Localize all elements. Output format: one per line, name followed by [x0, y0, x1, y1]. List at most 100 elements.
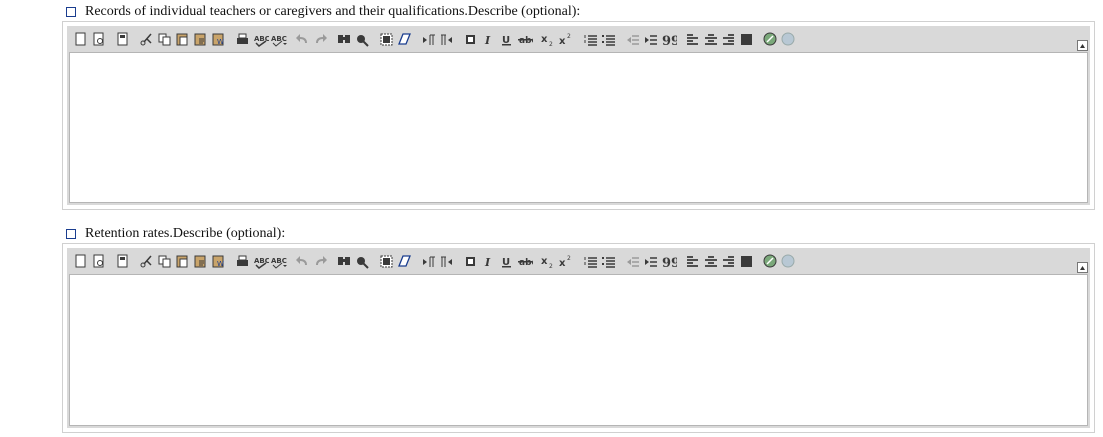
align-left-button[interactable]: [683, 252, 701, 270]
blockquote-button[interactable]: 99: [659, 252, 677, 270]
subscript-icon: x2: [541, 34, 553, 48]
subscript-icon: x2: [541, 256, 553, 270]
blockquote-button[interactable]: 99: [659, 30, 677, 48]
rtl-button[interactable]: [437, 252, 455, 270]
remove-format-button[interactable]: [395, 30, 413, 48]
align-center-button[interactable]: [701, 30, 719, 48]
subscript-button[interactable]: x2: [539, 252, 557, 270]
underline-button[interactable]: U: [497, 30, 515, 48]
bulleted-list-button[interactable]: [599, 252, 617, 270]
strikethrough-button[interactable]: abc: [515, 252, 533, 270]
spellcheck-dropdown-button[interactable]: ABC: [269, 30, 287, 48]
cut-icon: [140, 255, 152, 267]
italic-button[interactable]: I: [479, 30, 497, 48]
align-right-button[interactable]: [719, 30, 737, 48]
align-center-button[interactable]: [701, 252, 719, 270]
svg-text:abc: abc: [519, 36, 533, 46]
paste-text-button[interactable]: [191, 252, 209, 270]
toolbar-group: [419, 252, 455, 270]
spellcheck-button[interactable]: ABC: [251, 252, 269, 270]
new-page-button[interactable]: [71, 30, 89, 48]
select-all-button[interactable]: [377, 30, 395, 48]
toolbar-group: x2 x2: [539, 252, 575, 270]
spellcheck-dropdown-icon: ABC: [271, 257, 287, 269]
records-checkbox[interactable]: [66, 7, 76, 17]
bulleted-list-button[interactable]: [599, 30, 617, 48]
paste-icon: [176, 33, 187, 45]
preview-button[interactable]: [89, 30, 107, 48]
find-button[interactable]: [335, 252, 353, 270]
numbered-list-button[interactable]: [581, 30, 599, 48]
numbered-list-button[interactable]: [581, 252, 599, 270]
toolbar-group: [335, 30, 371, 48]
collapse-toolbar-button[interactable]: [1077, 40, 1088, 51]
superscript-button[interactable]: x2: [557, 30, 575, 48]
redo-button[interactable]: [311, 252, 329, 270]
templates-button[interactable]: [113, 252, 131, 270]
align-right-button[interactable]: [719, 252, 737, 270]
replace-button[interactable]: [353, 252, 371, 270]
replace-button[interactable]: [353, 30, 371, 48]
records-text-area[interactable]: [69, 52, 1088, 203]
subscript-button[interactable]: x2: [539, 30, 557, 48]
align-justify-button[interactable]: [737, 252, 755, 270]
ltr-button[interactable]: [419, 252, 437, 270]
paste-word-button[interactable]: W: [209, 252, 227, 270]
indent-button[interactable]: [641, 252, 659, 270]
link-button[interactable]: [761, 252, 779, 270]
select-all-button[interactable]: [377, 252, 395, 270]
find-button[interactable]: [335, 30, 353, 48]
paste-word-button[interactable]: W: [209, 30, 227, 48]
toolbar-group: [293, 30, 329, 48]
ltr-button[interactable]: [419, 30, 437, 48]
redo-button[interactable]: [311, 30, 329, 48]
rtl-button[interactable]: [437, 30, 455, 48]
retention-text-area[interactable]: [69, 274, 1088, 426]
bold-button[interactable]: [461, 252, 479, 270]
paste-text-button[interactable]: [191, 30, 209, 48]
italic-button[interactable]: I: [479, 252, 497, 270]
toolbar-group: [293, 252, 329, 270]
print-button[interactable]: [233, 30, 251, 48]
undo-button[interactable]: [293, 252, 311, 270]
field-row-records: Records of individual teachers or caregi…: [66, 4, 580, 20]
bold-button[interactable]: [461, 30, 479, 48]
retention-editor-frame: W ABCABC IUabc x2 x2 99: [67, 248, 1090, 428]
spellcheck-icon: ABC: [254, 257, 269, 269]
copy-button[interactable]: [155, 252, 173, 270]
templates-button[interactable]: [113, 30, 131, 48]
undo-button[interactable]: [293, 30, 311, 48]
cut-button[interactable]: [137, 252, 155, 270]
unlink-button[interactable]: [779, 252, 797, 270]
retention-checkbox[interactable]: [66, 229, 76, 239]
blockquote-icon: 99: [662, 256, 677, 270]
toolbar-group: x2 x2: [539, 30, 575, 48]
unlink-button[interactable]: [779, 30, 797, 48]
underline-button[interactable]: U: [497, 252, 515, 270]
collapse-toolbar-button[interactable]: [1077, 262, 1088, 273]
spellcheck-button[interactable]: ABC: [251, 30, 269, 48]
copy-button[interactable]: [155, 30, 173, 48]
undo-icon: [295, 33, 307, 43]
underline-icon: U: [501, 35, 511, 46]
outdent-button[interactable]: [623, 252, 641, 270]
align-justify-button[interactable]: [737, 30, 755, 48]
toolbar-group: ABC ABC: [233, 252, 287, 270]
link-button[interactable]: [761, 30, 779, 48]
align-left-button[interactable]: [683, 30, 701, 48]
outdent-button[interactable]: [623, 30, 641, 48]
paste-button[interactable]: [173, 30, 191, 48]
paste-button[interactable]: [173, 252, 191, 270]
cut-button[interactable]: [137, 30, 155, 48]
paste-text-icon: [194, 255, 205, 267]
toolbar-group: W: [137, 30, 227, 48]
find-icon: [337, 256, 350, 265]
spellcheck-dropdown-button[interactable]: ABC: [269, 252, 287, 270]
strikethrough-button[interactable]: abc: [515, 30, 533, 48]
print-button[interactable]: [233, 252, 251, 270]
remove-format-button[interactable]: [395, 252, 413, 270]
preview-button[interactable]: [89, 252, 107, 270]
indent-button[interactable]: [641, 30, 659, 48]
new-page-button[interactable]: [71, 252, 89, 270]
superscript-button[interactable]: x2: [557, 252, 575, 270]
